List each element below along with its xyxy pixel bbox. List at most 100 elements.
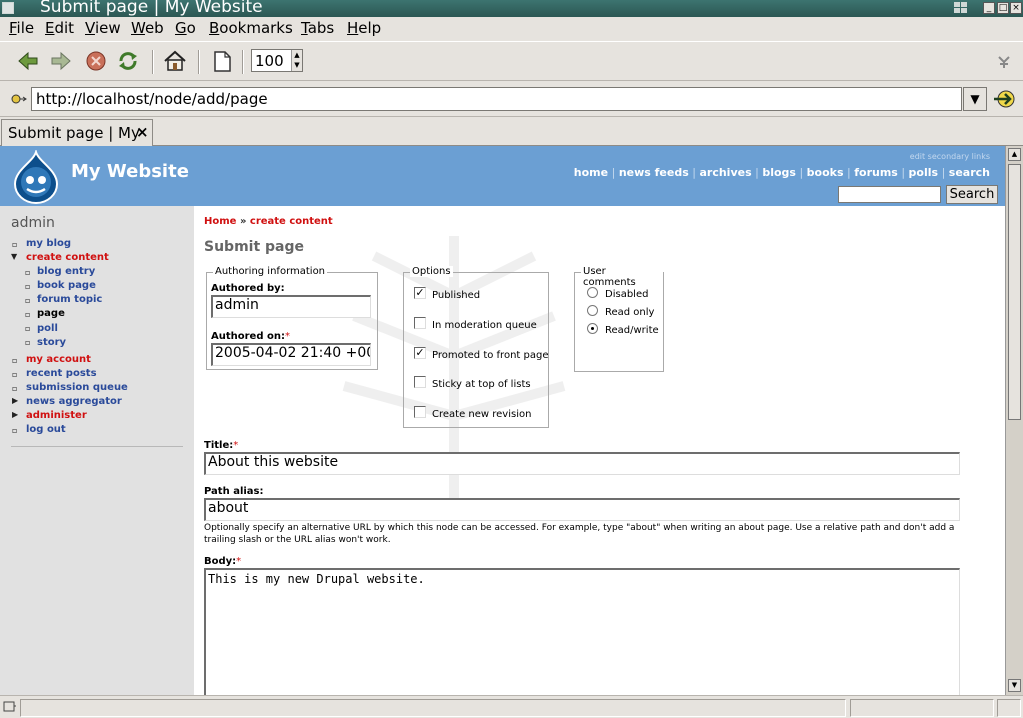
comments-readwrite-label: Read/write [605,325,659,336]
menubar: File Edit View Web Go Bookmarks Tabs Hel… [0,17,1023,41]
scroll-thumb[interactable] [1008,164,1021,420]
navigation-toolbar: 100 ▲ ▼ [0,41,1023,81]
primary-link-search[interactable]: search [949,166,990,179]
moderation-queue-checkbox[interactable] [414,317,426,329]
sidebar-item-poll[interactable]: poll [37,323,58,334]
primary-link-polls[interactable]: polls [909,166,939,179]
workspace-pager-icon[interactable] [954,2,978,14]
back-icon[interactable] [16,50,40,72]
comments-readonly-label: Read only [605,307,655,318]
scroll-up-icon[interactable]: ▲ [1008,148,1021,161]
sidebar-item-book-page[interactable]: book page [37,280,96,291]
page-viewport: My Website edit secondary links home | n… [0,146,1005,695]
primary-links: home | news feeds | archives | blogs | b… [573,166,990,179]
window-menu-icon[interactable] [2,2,14,14]
menu-go[interactable]: Go [175,19,196,37]
menu-web[interactable]: Web [131,19,164,37]
comments-disabled-radio[interactable] [587,287,598,298]
authored-by-label: Authored by: [211,283,285,294]
secondary-links[interactable]: edit secondary links [910,152,990,161]
sidebar-item-forum-topic[interactable]: forum topic [37,294,102,305]
zoom-spin-icon[interactable]: ▲ ▼ [291,50,302,71]
security-status-area [997,699,1021,717]
toolbar-separator [242,50,244,74]
forward-icon[interactable] [49,50,73,72]
primary-link-archives[interactable]: archives [699,166,751,179]
new-revision-label: Create new revision [432,409,532,420]
breadcrumb-create-content[interactable]: create content [250,216,333,227]
new-revision-checkbox[interactable] [414,406,426,418]
path-alias-field[interactable]: about [204,498,960,521]
sticky-label: Sticky at top of lists [432,379,531,390]
status-text-area [20,699,846,717]
sidebar-item-blog-entry[interactable]: blog entry [37,266,95,277]
window-title: Submit page | My Website [40,0,263,17]
minimize-icon[interactable]: _ [983,2,995,14]
sidebar-item-my-blog[interactable]: my blog [26,238,71,249]
body-textarea[interactable]: This is my new Drupal website. [204,568,960,695]
reload-icon[interactable] [116,50,140,72]
tab-close-icon[interactable]: × [136,123,149,141]
authoring-fieldset: Authoring information Authored by: admin… [206,266,378,370]
primary-link-home[interactable]: home [574,166,608,179]
site-header: My Website edit secondary links home | n… [0,146,1005,206]
page-scrollbar[interactable]: ▲ ▼ [1005,146,1023,695]
tab-submit-page[interactable]: Submit page | My × [1,119,153,146]
sidebar-item-story[interactable]: story [37,337,66,348]
bullet-icon: ▫ [25,324,31,333]
sidebar-item-submission-queue[interactable]: submission queue [26,382,128,393]
sidebar-item-create-content[interactable]: create content [26,252,109,263]
sidebar-item-news-aggregator[interactable]: news aggregator [26,396,122,407]
menu-edit[interactable]: Edit [45,19,74,37]
bullet-icon: ▫ [25,338,31,347]
bullet-icon: ▫ [12,356,18,365]
drupal-logo-icon[interactable] [11,150,61,204]
stop-icon[interactable] [84,50,108,72]
published-checkbox[interactable]: ✓ [414,287,426,299]
page-identity-icon [11,94,27,104]
menu-file[interactable]: File [9,19,34,37]
site-name[interactable]: My Website [71,161,189,182]
sidebar-item-log-out[interactable]: log out [26,424,66,435]
menu-help[interactable]: Help [347,19,381,37]
primary-link-books[interactable]: books [807,166,844,179]
tab-label: Submit page | My [8,124,140,142]
title-label: Title:* [204,440,239,451]
maximize-icon[interactable]: □ [997,2,1009,14]
sidebar-item-administer[interactable]: administer [26,410,87,421]
primary-link-forums[interactable]: forums [854,166,898,179]
menu-tabs[interactable]: Tabs [301,19,334,37]
menu-view[interactable]: View [85,19,121,37]
breadcrumb-home[interactable]: Home [204,216,236,227]
moderation-queue-label: In moderation queue [432,320,537,331]
comments-readonly-radio[interactable] [587,305,598,316]
comments-readwrite-radio[interactable] [587,323,598,334]
sidebar: admin ▫ my blog ▼ create content ▫ blog … [0,206,194,695]
zoom-stepper[interactable]: 100 ▲ ▼ [251,49,303,72]
menu-bookmarks[interactable]: Bookmarks [209,19,293,37]
url-input[interactable]: http://localhost/node/add/page [31,87,962,111]
home-icon[interactable] [163,50,187,72]
sidebar-item-page[interactable]: page [37,308,65,319]
title-field[interactable]: About this website [204,452,960,475]
close-window-icon[interactable]: × [1010,2,1022,14]
url-history-dropdown-icon[interactable]: ▼ [963,87,987,111]
sticky-checkbox[interactable] [414,376,426,388]
site-search-button[interactable]: Search [946,185,998,204]
bullet-icon: ▫ [25,282,31,291]
sidebar-item-recent-posts[interactable]: recent posts [26,368,97,379]
authored-by-field[interactable]: admin [211,295,371,318]
sidebar-item-my-account[interactable]: my account [26,354,91,365]
primary-link-news-feeds[interactable]: news feeds [619,166,689,179]
bullet-icon: ▫ [25,310,31,319]
sidebar-divider [11,446,183,447]
scroll-down-icon[interactable]: ▼ [1008,679,1021,692]
bullet-icon: ▫ [12,384,18,393]
authored-on-field[interactable]: 2005-04-02 21:40 +0000 [211,343,371,366]
new-page-icon[interactable] [210,50,234,72]
primary-link-blogs[interactable]: blogs [762,166,796,179]
site-search-input[interactable] [838,186,941,203]
authoring-legend: Authoring information [213,266,328,277]
go-icon[interactable] [992,89,1016,109]
promoted-checkbox[interactable]: ✓ [414,347,426,359]
